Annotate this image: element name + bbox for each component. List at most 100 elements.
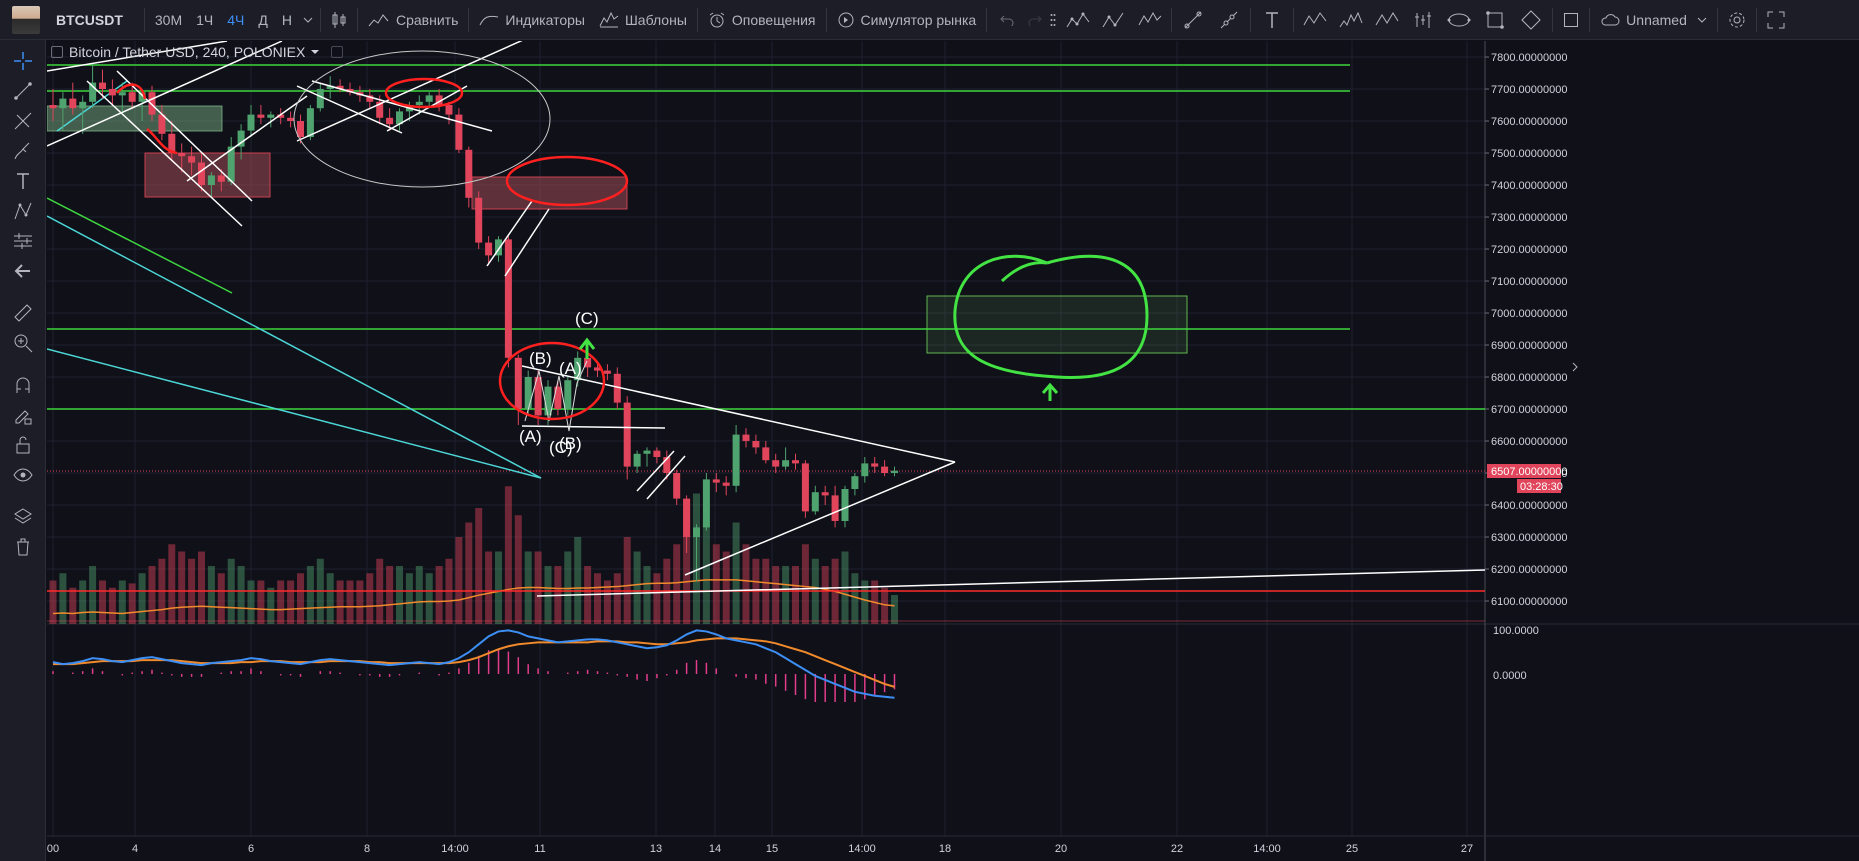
layers-icon bbox=[14, 508, 32, 524]
interval-1w[interactable]: Н bbox=[275, 0, 299, 39]
interval-dropdown[interactable] bbox=[299, 0, 317, 39]
lock-tool[interactable] bbox=[0, 430, 46, 460]
layout-name: Unnamed bbox=[1626, 11, 1687, 28]
wy-pattern-tool[interactable] bbox=[1369, 0, 1405, 39]
templates-button[interactable]: Шаблоны bbox=[592, 0, 694, 39]
time-axis[interactable]: 00 4 6 8 14:00 11 13 14 15 14:00 18 20 22 14:00 25 27 bbox=[47, 835, 1859, 855]
abc-base-line[interactable] bbox=[521, 425, 666, 429]
alerts-button[interactable]: Оповещения bbox=[701, 0, 823, 39]
price-label: 6200.00000000 bbox=[1491, 564, 1567, 576]
price-chart[interactable]: (C) (B) (A) (A) (C) (B) 7800.00000000 770… bbox=[47, 41, 1859, 861]
pattern-tool[interactable] bbox=[0, 196, 46, 226]
fib-tool[interactable] bbox=[0, 106, 46, 136]
long-position-tool[interactable] bbox=[1405, 0, 1441, 39]
caret-down-icon[interactable] bbox=[311, 49, 320, 55]
candle-body bbox=[871, 463, 879, 467]
pattern-ae-tool[interactable] bbox=[1132, 0, 1168, 39]
wave-label-b[interactable]: (B) bbox=[559, 434, 582, 453]
stay-drawing-tool[interactable] bbox=[0, 400, 46, 430]
legend-title[interactable]: Bitcoin / Tether USD, 240, POLONIEX bbox=[69, 44, 305, 60]
indicator-fast-line bbox=[52, 629, 895, 699]
interval-1d[interactable]: Д bbox=[251, 0, 274, 39]
white-ellipse[interactable] bbox=[293, 50, 551, 188]
pattern-ac-tool[interactable] bbox=[1096, 0, 1132, 39]
zone-rect-red-1[interactable] bbox=[144, 152, 271, 198]
wave-label-c[interactable]: (C) bbox=[575, 309, 599, 328]
rectangle-tool[interactable] bbox=[1477, 0, 1513, 39]
ruler-tool[interactable] bbox=[0, 298, 46, 328]
replay-button[interactable]: Симулятор рынка bbox=[830, 0, 984, 39]
zoom-tool[interactable] bbox=[0, 328, 46, 358]
magnet-tool[interactable] bbox=[0, 370, 46, 400]
layout-menu[interactable]: Unnamed bbox=[1593, 0, 1714, 39]
zoom-in-icon bbox=[14, 334, 33, 353]
prediction-tool[interactable] bbox=[0, 226, 46, 256]
scroll-right-arrow[interactable] bbox=[1572, 362, 1578, 372]
ellipse-icon bbox=[1447, 13, 1471, 26]
time-label: 14:00 bbox=[1253, 843, 1281, 855]
volume-bar bbox=[336, 580, 344, 624]
drag-handle[interactable] bbox=[1046, 0, 1060, 39]
ray-tool[interactable] bbox=[1211, 0, 1247, 39]
text-tool-left[interactable] bbox=[0, 166, 46, 196]
redo-button[interactable] bbox=[1024, 0, 1046, 39]
pattern-wave-icon bbox=[1066, 12, 1090, 27]
legend-collapse-box[interactable] bbox=[51, 46, 63, 58]
legend-settings-box[interactable] bbox=[331, 46, 344, 58]
object-tree-tool[interactable] bbox=[0, 502, 46, 532]
trend-line-tool[interactable] bbox=[1175, 0, 1211, 39]
undo-button[interactable] bbox=[990, 0, 1024, 39]
wave-label-b[interactable]: (B) bbox=[529, 349, 552, 368]
cyan-diag-line-2[interactable] bbox=[47, 348, 542, 479]
triangle-lower[interactable] bbox=[684, 461, 956, 576]
indicator-axis[interactable]: 100.0000 0.0000 bbox=[1493, 625, 1539, 682]
green-up-arrow[interactable] bbox=[1041, 382, 1059, 401]
hide-drawings-tool[interactable] bbox=[0, 460, 46, 490]
wave-label-a[interactable]: (A) bbox=[559, 359, 582, 378]
volume-bar bbox=[198, 551, 205, 624]
interval-4h[interactable]: 4Ч bbox=[220, 0, 251, 39]
settings-button[interactable] bbox=[1721, 0, 1753, 39]
volume-bar bbox=[782, 566, 790, 624]
line-tool[interactable] bbox=[0, 76, 46, 106]
green-marker-stroke[interactable] bbox=[1000, 261, 1048, 283]
drawing-toolbar bbox=[0, 40, 46, 861]
wxyz-pattern-tool[interactable] bbox=[1297, 0, 1333, 39]
indicators-button[interactable]: Индикаторы bbox=[472, 0, 592, 39]
back-arrow[interactable] bbox=[0, 256, 46, 286]
volume-bar bbox=[594, 573, 601, 624]
price-axis[interactable]: 7800.00000000 7700.00000000 7600.00000000 7… bbox=[1485, 52, 1567, 608]
interval-30m[interactable]: 30M bbox=[148, 0, 189, 39]
red-marker-ellipse[interactable] bbox=[384, 77, 464, 109]
divider bbox=[143, 7, 145, 32]
divider bbox=[1716, 7, 1718, 32]
ellipse-tool[interactable] bbox=[1441, 0, 1477, 39]
brush-tool[interactable] bbox=[0, 136, 46, 166]
rotated-rect-icon bbox=[1521, 9, 1541, 30]
delete-tool[interactable] bbox=[0, 532, 46, 562]
wave-label-a[interactable]: (A) bbox=[519, 427, 542, 446]
user-avatar[interactable] bbox=[12, 5, 40, 34]
polygon-tool[interactable] bbox=[1513, 0, 1549, 39]
cyan-diag-line-1[interactable] bbox=[47, 215, 542, 479]
text-tool[interactable] bbox=[1254, 0, 1290, 39]
symbol-search[interactable]: BTCUSDT bbox=[52, 0, 141, 39]
divider bbox=[696, 7, 698, 32]
chart-style-button[interactable] bbox=[324, 0, 354, 39]
divider bbox=[1250, 7, 1252, 32]
chart-area[interactable]: (C) (B) (A) (A) (C) (B) 7800.00000000 770… bbox=[47, 41, 1859, 861]
interval-1h[interactable]: 1Ч bbox=[189, 0, 220, 39]
volume-bar bbox=[653, 573, 661, 624]
crosshair-tool[interactable] bbox=[0, 46, 46, 76]
candle-body bbox=[514, 357, 522, 409]
pattern-15-tool[interactable] bbox=[1060, 0, 1096, 39]
compare-button[interactable]: Сравнить bbox=[361, 0, 465, 39]
fullscreen-button[interactable] bbox=[1760, 0, 1792, 39]
volume-bar bbox=[514, 515, 522, 624]
divider bbox=[825, 7, 827, 32]
alarm-clock-icon bbox=[709, 12, 725, 27]
elliott-wave-tool[interactable] bbox=[1333, 0, 1369, 39]
fullscreen-toggle[interactable] bbox=[1556, 0, 1586, 39]
candle-body bbox=[712, 479, 720, 483]
green-diag-line[interactable] bbox=[47, 197, 233, 294]
